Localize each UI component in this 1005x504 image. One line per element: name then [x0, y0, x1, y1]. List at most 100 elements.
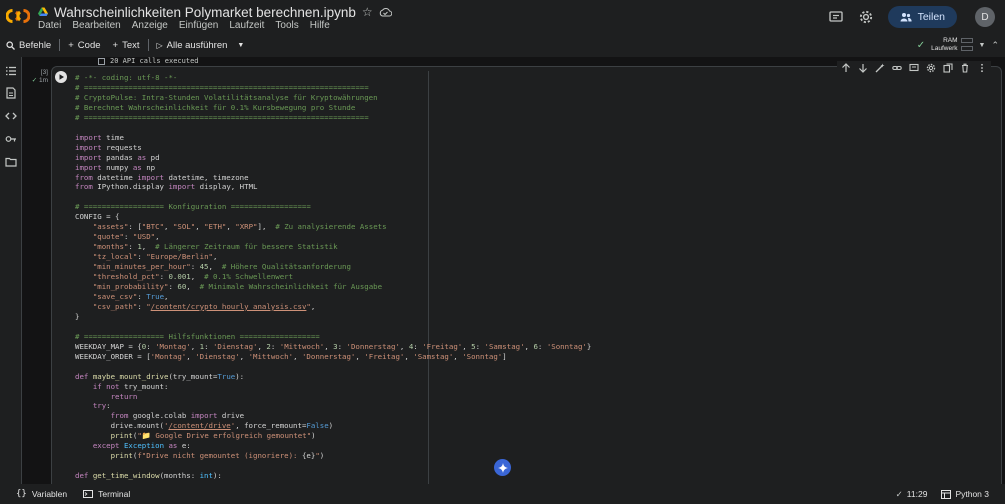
code-snippets-icon[interactable]	[5, 110, 17, 122]
resource-monitor[interactable]: RAM Laufwerk	[931, 37, 973, 53]
move-up-icon[interactable]	[841, 63, 851, 73]
code-token: ,	[190, 341, 200, 351]
code-token: 'Donnerstag'	[346, 341, 400, 351]
add-code-button[interactable]: + Code	[62, 35, 106, 55]
runtime-dropdown-icon[interactable]: ▼	[979, 42, 986, 49]
link-icon[interactable]	[892, 63, 902, 73]
mirror-cell-icon[interactable]	[943, 63, 953, 73]
user-avatar[interactable]: D	[975, 7, 995, 27]
title-row: Wahrscheinlichkeiten Polymarket berechne…	[38, 4, 392, 20]
menu-edit[interactable]: Bearbeiten	[72, 20, 120, 31]
star-icon[interactable]: ☆	[362, 6, 373, 18]
ram-meter	[960, 37, 973, 43]
code-token: (try_mount=	[168, 371, 218, 381]
output-icon	[98, 57, 105, 65]
code-line: "save_csv": True,	[75, 292, 591, 302]
code-token: 'Mittwoch'	[279, 341, 325, 351]
code-token: 'Samstag'	[413, 351, 454, 361]
menu-tools[interactable]: Tools	[275, 20, 298, 31]
header: Wahrscheinlichkeiten Polymarket berechne…	[0, 0, 1005, 34]
menu-view[interactable]: Anzeige	[132, 20, 168, 31]
commands-button[interactable]: Befehle	[0, 35, 57, 55]
code-token: :	[270, 341, 280, 351]
code-line: # Berechnet Wahrscheinlichkeit für 0.1% …	[75, 103, 591, 113]
gemini-assistant-button[interactable]	[494, 459, 511, 476]
code-token: 'Sonntag'	[462, 351, 503, 361]
cloud-saved-icon[interactable]	[379, 7, 392, 17]
run-all-button[interactable]: ▷ Alle ausführen	[151, 35, 234, 55]
notebook-title[interactable]: Wahrscheinlichkeiten Polymarket berechne…	[54, 5, 356, 20]
share-button[interactable]: Teilen	[887, 6, 957, 28]
toolbar-divider	[59, 39, 61, 51]
code-token: (months:	[159, 471, 200, 481]
play-icon: ▷	[156, 40, 163, 50]
variables-button[interactable]: {} Variablen	[0, 489, 75, 499]
disk-label: Laufwerk	[931, 45, 958, 52]
cell-settings-gear-icon[interactable]	[926, 63, 936, 73]
code-editor[interactable]: # -*- coding: utf-8 -*- # ===============…	[75, 73, 591, 481]
kernel-icon	[941, 489, 952, 499]
menu-help[interactable]: Hilfe	[310, 20, 330, 31]
disk-meter	[960, 45, 973, 51]
code-token: :	[137, 252, 147, 262]
code-token: as	[137, 152, 147, 162]
kernel-status[interactable]: Python 3	[941, 489, 989, 499]
kernel-name: Python 3	[955, 489, 989, 499]
comments-icon[interactable]	[828, 9, 844, 25]
comment-icon[interactable]	[909, 63, 919, 73]
code-token: import	[75, 152, 102, 162]
more-options-icon[interactable]	[977, 63, 987, 73]
code-token: 'Dienstag'	[195, 351, 240, 361]
code-token: CONFIG = {	[75, 212, 120, 222]
menu-runtime[interactable]: Laufzeit	[229, 20, 264, 31]
code-token: "SOL"	[172, 222, 196, 232]
collapse-toolbar-icon[interactable]: ⌃	[991, 40, 999, 51]
secrets-key-icon[interactable]	[5, 133, 17, 145]
last-run-status[interactable]: ✓ 11:29	[896, 489, 928, 500]
code-token: ):	[212, 471, 222, 481]
plus-icon: +	[112, 39, 119, 51]
code-token: :	[475, 341, 485, 351]
terminal-button[interactable]: Terminal	[75, 489, 138, 499]
code-token: maybe_mount_drive	[92, 371, 169, 381]
run-all-label: Alle ausführen	[166, 39, 228, 51]
code-line: def maybe_mount_drive(try_mount=True):	[75, 372, 591, 382]
code-token: from	[75, 172, 93, 182]
edit-magic-icon[interactable]	[875, 63, 885, 73]
code-token: "min_minutes_per_hour"	[92, 262, 191, 272]
run-all-dropdown[interactable]: ▼	[233, 35, 248, 55]
plus-icon: +	[68, 39, 74, 51]
move-down-icon[interactable]	[858, 63, 868, 73]
find-replace-icon[interactable]	[5, 87, 17, 99]
status-right: ✓ 11:29 Python 3	[896, 484, 989, 504]
table-of-contents-icon[interactable]	[5, 65, 17, 77]
run-cell-button[interactable]	[55, 71, 67, 83]
code-token: time	[101, 132, 124, 142]
code-token: ,	[462, 341, 472, 351]
code-line: # ======================================…	[75, 83, 591, 93]
code-token: "assets"	[92, 222, 129, 232]
add-text-button[interactable]: + Text	[107, 35, 146, 55]
files-folder-icon[interactable]	[5, 156, 17, 168]
add-code-label: Code	[77, 39, 101, 51]
code-token: /content/drive	[168, 421, 231, 431]
code-token: False	[306, 421, 329, 431]
delete-trash-icon[interactable]	[960, 63, 970, 73]
code-line: # ======================================…	[75, 113, 591, 123]
code-token: ,	[453, 351, 463, 361]
code-token: "save_csv"	[92, 291, 138, 301]
code-token: "months"	[92, 242, 129, 252]
colab-logo[interactable]	[6, 7, 30, 25]
settings-gear-icon[interactable]	[858, 9, 874, 25]
code-cell[interactable]: # -*- coding: utf-8 -*- # ===============…	[51, 61, 1002, 484]
menu-insert[interactable]: Einfügen	[179, 20, 218, 31]
menu-file[interactable]: Datei	[38, 20, 61, 31]
code-token: 'Samstag'	[484, 341, 525, 351]
